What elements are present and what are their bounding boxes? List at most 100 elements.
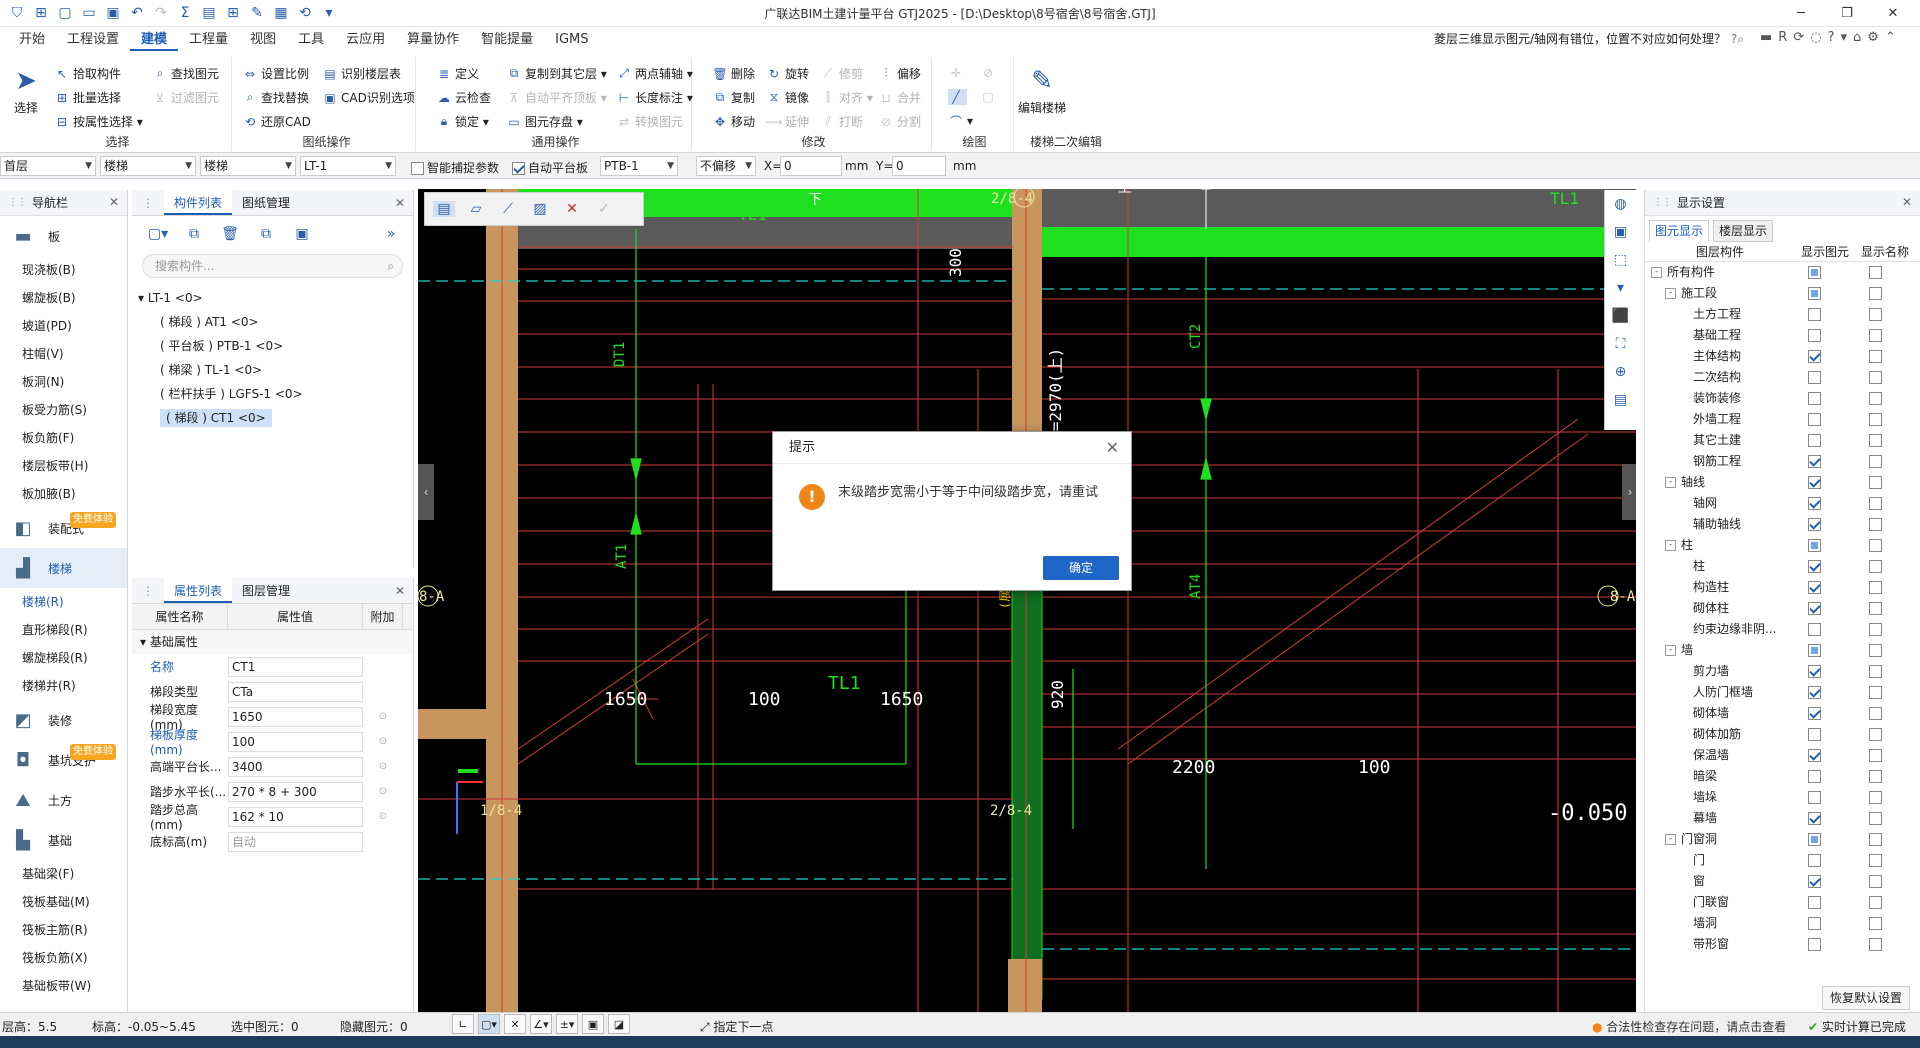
close-icon[interactable]: ✕ <box>1106 432 1119 464</box>
nav-item[interactable]: 楼层板带(H) <box>0 452 127 480</box>
show-name-checkbox[interactable] <box>1869 938 1882 951</box>
show-name-checkbox[interactable] <box>1869 392 1882 405</box>
define-button[interactable]: ≣ 定义 <box>436 65 479 82</box>
extend-button[interactable]: ⟶ 延伸 <box>765 113 809 130</box>
refresh-icon[interactable]: ⟳ <box>1793 30 1804 45</box>
find-element-button[interactable]: ⌕ 查找图元 <box>152 65 219 82</box>
show-element-checkbox[interactable] <box>1808 896 1821 909</box>
help-search[interactable]: 菱层三维显示图元/轴网有错位，位置不对应如何处理？ ?⌕ <box>1430 30 1748 50</box>
show-element-checkbox[interactable] <box>1808 854 1821 867</box>
show-element-checkbox[interactable] <box>1808 938 1821 951</box>
show-name-checkbox[interactable] <box>1869 896 1882 909</box>
attr-value-field[interactable]: 自动 <box>228 831 363 852</box>
cad-options-button[interactable]: ▣ CAD识别选项 <box>322 89 415 106</box>
cross-icon[interactable]: ✕ <box>504 1014 526 1034</box>
tab-element-display[interactable]: 图元显示 <box>1649 220 1710 242</box>
tab-drawing-manage[interactable]: 图纸管理 <box>232 190 300 215</box>
nav-item[interactable]: 板洞(N) <box>0 368 127 396</box>
show-element-checkbox[interactable] <box>1808 455 1821 468</box>
nav-item[interactable]: 螺旋梯段(R) <box>0 644 127 672</box>
confirm-icon[interactable]: ✓ <box>593 201 615 217</box>
item-select[interactable]: LT-1 ▼ <box>300 156 396 176</box>
slab-tool-icon[interactable]: ▱ <box>465 201 487 217</box>
snap-icon[interactable]: ▢▾ <box>478 1014 500 1034</box>
chevron-down-icon[interactable]: ▾ <box>1605 274 1636 302</box>
tab-component-list[interactable]: 构件列表 <box>164 190 233 215</box>
show-name-checkbox[interactable] <box>1869 560 1882 573</box>
show-name-checkbox[interactable] <box>1869 791 1882 804</box>
show-element-checkbox[interactable] <box>1808 266 1821 279</box>
show-name-checkbox[interactable] <box>1869 875 1882 888</box>
nav-item[interactable]: 楼梯井(R) <box>0 672 127 700</box>
cancel-icon[interactable]: ✕ <box>561 201 583 217</box>
restore-button[interactable]: ❐ <box>1824 0 1870 26</box>
show-element-checkbox[interactable] <box>1808 602 1821 615</box>
move-button[interactable]: ✥ 移动 <box>712 113 755 130</box>
show-element-checkbox[interactable] <box>1808 644 1821 657</box>
nav-category[interactable]: ⛰ 土方 <box>0 780 127 820</box>
search-icon[interactable]: ⌕ <box>387 255 394 277</box>
nav-category[interactable]: ▙ 基础 <box>0 820 127 860</box>
show-element-checkbox[interactable] <box>1808 833 1821 846</box>
menu-tab-3[interactable]: 工程量 <box>178 31 239 51</box>
menu-tab-9[interactable]: IGMS <box>544 31 599 51</box>
ptb-select[interactable]: PTB-1 ▼ <box>600 156 678 176</box>
menu-tab-7[interactable]: 算量协作 <box>396 31 470 51</box>
close-icon[interactable]: ✕ <box>395 584 405 598</box>
right-panel-toggle[interactable]: › <box>1622 464 1636 520</box>
nav-category[interactable]: ◩ 装修 <box>0 700 127 740</box>
component-search-input[interactable]: 搜索构件... ⌕ <box>142 254 403 278</box>
nav-item[interactable]: 筏板负筋(X) <box>0 944 127 972</box>
note-icon[interactable]: ▤ <box>1605 386 1636 414</box>
tab-attribute-list[interactable]: 属性列表 <box>164 578 233 603</box>
show-name-checkbox[interactable] <box>1869 434 1882 447</box>
show-name-checkbox[interactable] <box>1869 350 1882 363</box>
show-element-checkbox[interactable] <box>1808 812 1821 825</box>
attr-value-field[interactable]: CTa <box>228 681 363 702</box>
nav-item[interactable]: 直形梯段(R) <box>0 616 127 644</box>
show-name-checkbox[interactable] <box>1869 812 1882 825</box>
cloud-check-button[interactable]: ☁ 云检查 <box>436 89 491 106</box>
attr-value-field[interactable]: 3400 <box>228 756 363 777</box>
find-replace-button[interactable]: ⌕ 查找替换 <box>242 89 309 106</box>
nav-item[interactable]: 板受力筋(S) <box>0 396 127 424</box>
filter-element-button[interactable]: ⊻ 过滤图元 <box>152 89 219 106</box>
show-element-checkbox[interactable] <box>1808 581 1821 594</box>
nav-item[interactable]: 基础梁(F) <box>0 860 127 888</box>
x-input[interactable]: 0 <box>780 156 842 176</box>
y-input[interactable]: 0 <box>892 156 946 176</box>
ok-button[interactable]: 确定 <box>1043 556 1119 580</box>
show-element-checkbox[interactable] <box>1808 287 1821 300</box>
user-name[interactable]: R <box>1778 30 1787 45</box>
show-element-checkbox[interactable] <box>1808 728 1821 741</box>
set-scale-button[interactable]: ⇔ 设置比例 <box>242 65 309 82</box>
length-mark-button[interactable]: ⊢ 长度标注 ▾ <box>616 89 693 106</box>
show-name-checkbox[interactable] <box>1869 308 1882 321</box>
delete-button[interactable]: 🗑︎ 删除 <box>712 65 755 82</box>
attr-section[interactable]: ▾ 基础属性 <box>132 630 413 654</box>
nav-item[interactable]: 柱帽(V) <box>0 340 127 368</box>
show-name-checkbox[interactable] <box>1869 854 1882 867</box>
checkbox[interactable] <box>411 162 424 175</box>
collapse-icon[interactable]: - <box>1665 288 1676 299</box>
show-name-checkbox[interactable] <box>1869 833 1882 846</box>
show-name-checkbox[interactable] <box>1869 686 1882 699</box>
pick-button[interactable]: ↖ 拾取构件 <box>54 65 121 82</box>
collapse-icon[interactable]: - <box>1665 477 1676 488</box>
show-element-checkbox[interactable] <box>1808 791 1821 804</box>
hatch-tool-icon[interactable]: ▨ <box>529 201 551 217</box>
dropdown-icon[interactable]: ▾ <box>1841 30 1848 45</box>
menu-tab-0[interactable]: 开始 <box>8 31 56 51</box>
collapse-icon[interactable]: - <box>1665 834 1676 845</box>
nav-item[interactable]: 螺旋板(B) <box>0 284 127 312</box>
show-name-checkbox[interactable] <box>1869 707 1882 720</box>
nav-item[interactable]: 现浇板(B) <box>0 256 127 284</box>
select-by-prop-button[interactable]: ⊟ 按属性选择 ▾ <box>54 113 143 130</box>
collapse-icon[interactable]: - <box>1651 267 1662 278</box>
close-icon[interactable]: ✕ <box>109 195 119 209</box>
floor-table-button[interactable]: ▤ 识别楼层表 <box>322 65 401 82</box>
auto-platform-toggle[interactable]: 自动平台板 <box>512 159 588 176</box>
nav-category[interactable]: ▬ 板 <box>0 216 127 256</box>
two-point-axis-button[interactable]: ⤢ 两点辅轴 ▾ <box>616 65 693 82</box>
rail-tool-icon[interactable]: ⟋ <box>497 201 519 217</box>
